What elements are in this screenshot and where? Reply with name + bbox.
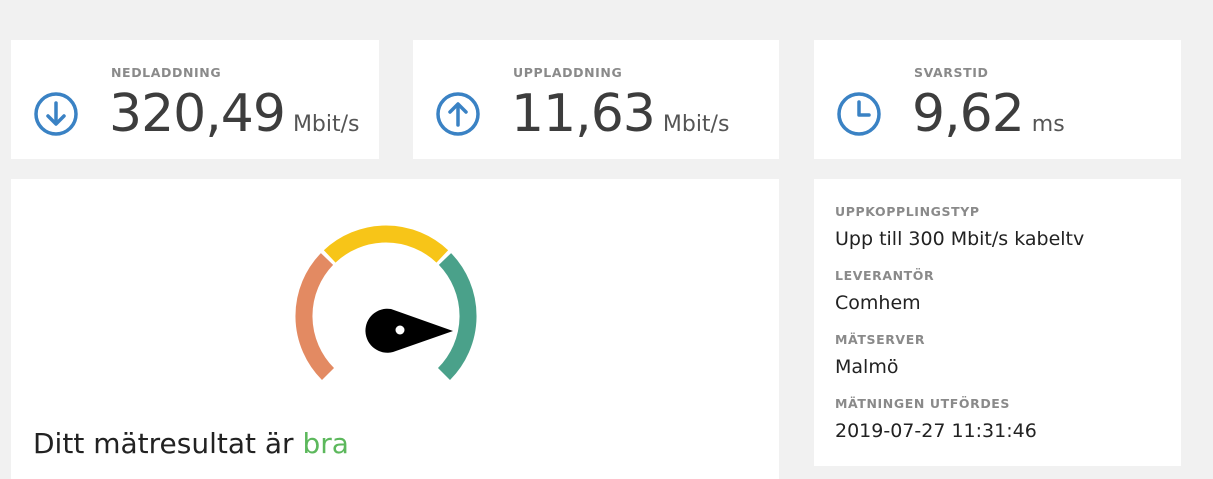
upload-value: 11,63: [511, 84, 656, 144]
connection-type-label: UPPKOPPLINGSTYP: [835, 204, 980, 219]
result-prefix: Ditt mätresultat är: [33, 427, 294, 460]
needle-pivot: [395, 325, 405, 335]
provider-value: Comhem: [835, 292, 921, 314]
gauge-green-zone: [437, 253, 477, 381]
download-value-row: 320,49 Mbit/s: [109, 84, 360, 144]
download-unit: Mbit/s: [292, 112, 360, 137]
download-card: NEDLADDNING 320,49 Mbit/s: [11, 40, 379, 159]
response-time-card: SVARSTID 9,62 ms: [814, 40, 1181, 159]
connection-info-card: UPPKOPPLINGSTYP Upp till 300 Mbit/s kabe…: [814, 179, 1181, 466]
clock-icon: [837, 92, 881, 136]
speed-gauge: [295, 225, 477, 381]
download-value: 320,49: [109, 84, 286, 144]
gauge-yellow-zone: [323, 225, 449, 263]
upload-label: UPPLADDNING: [513, 65, 623, 80]
result-text: Ditt mätresultat är bra: [33, 427, 349, 460]
upload-card: UPPLADDNING 11,63 Mbit/s: [413, 40, 779, 159]
upload-unit: Mbit/s: [662, 112, 730, 137]
result-card: Ditt mätresultat är bra: [11, 179, 779, 479]
result-rating: bra: [302, 427, 349, 460]
provider-label: LEVERANTÖR: [835, 268, 935, 283]
server-label: MÄTSERVER: [835, 332, 926, 347]
response-time-value-row: 9,62 ms: [912, 84, 1065, 144]
performed-value: 2019-07-27 11:31:46: [835, 420, 1037, 442]
response-time-value: 9,62: [912, 84, 1025, 144]
response-time-unit: ms: [1031, 112, 1065, 137]
gauge-needle: [365, 308, 453, 353]
download-arrow-icon: [34, 92, 78, 136]
gauge-red-zone: [295, 253, 335, 381]
response-time-label: SVARSTID: [914, 65, 989, 80]
server-value: Malmö: [835, 356, 899, 378]
performed-label: MÄTNINGEN UTFÖRDES: [835, 396, 1011, 411]
download-label: NEDLADDNING: [111, 65, 222, 80]
upload-arrow-icon: [436, 92, 480, 136]
connection-type-value: Upp till 300 Mbit/s kabeltv: [835, 228, 1085, 250]
upload-value-row: 11,63 Mbit/s: [511, 84, 729, 144]
